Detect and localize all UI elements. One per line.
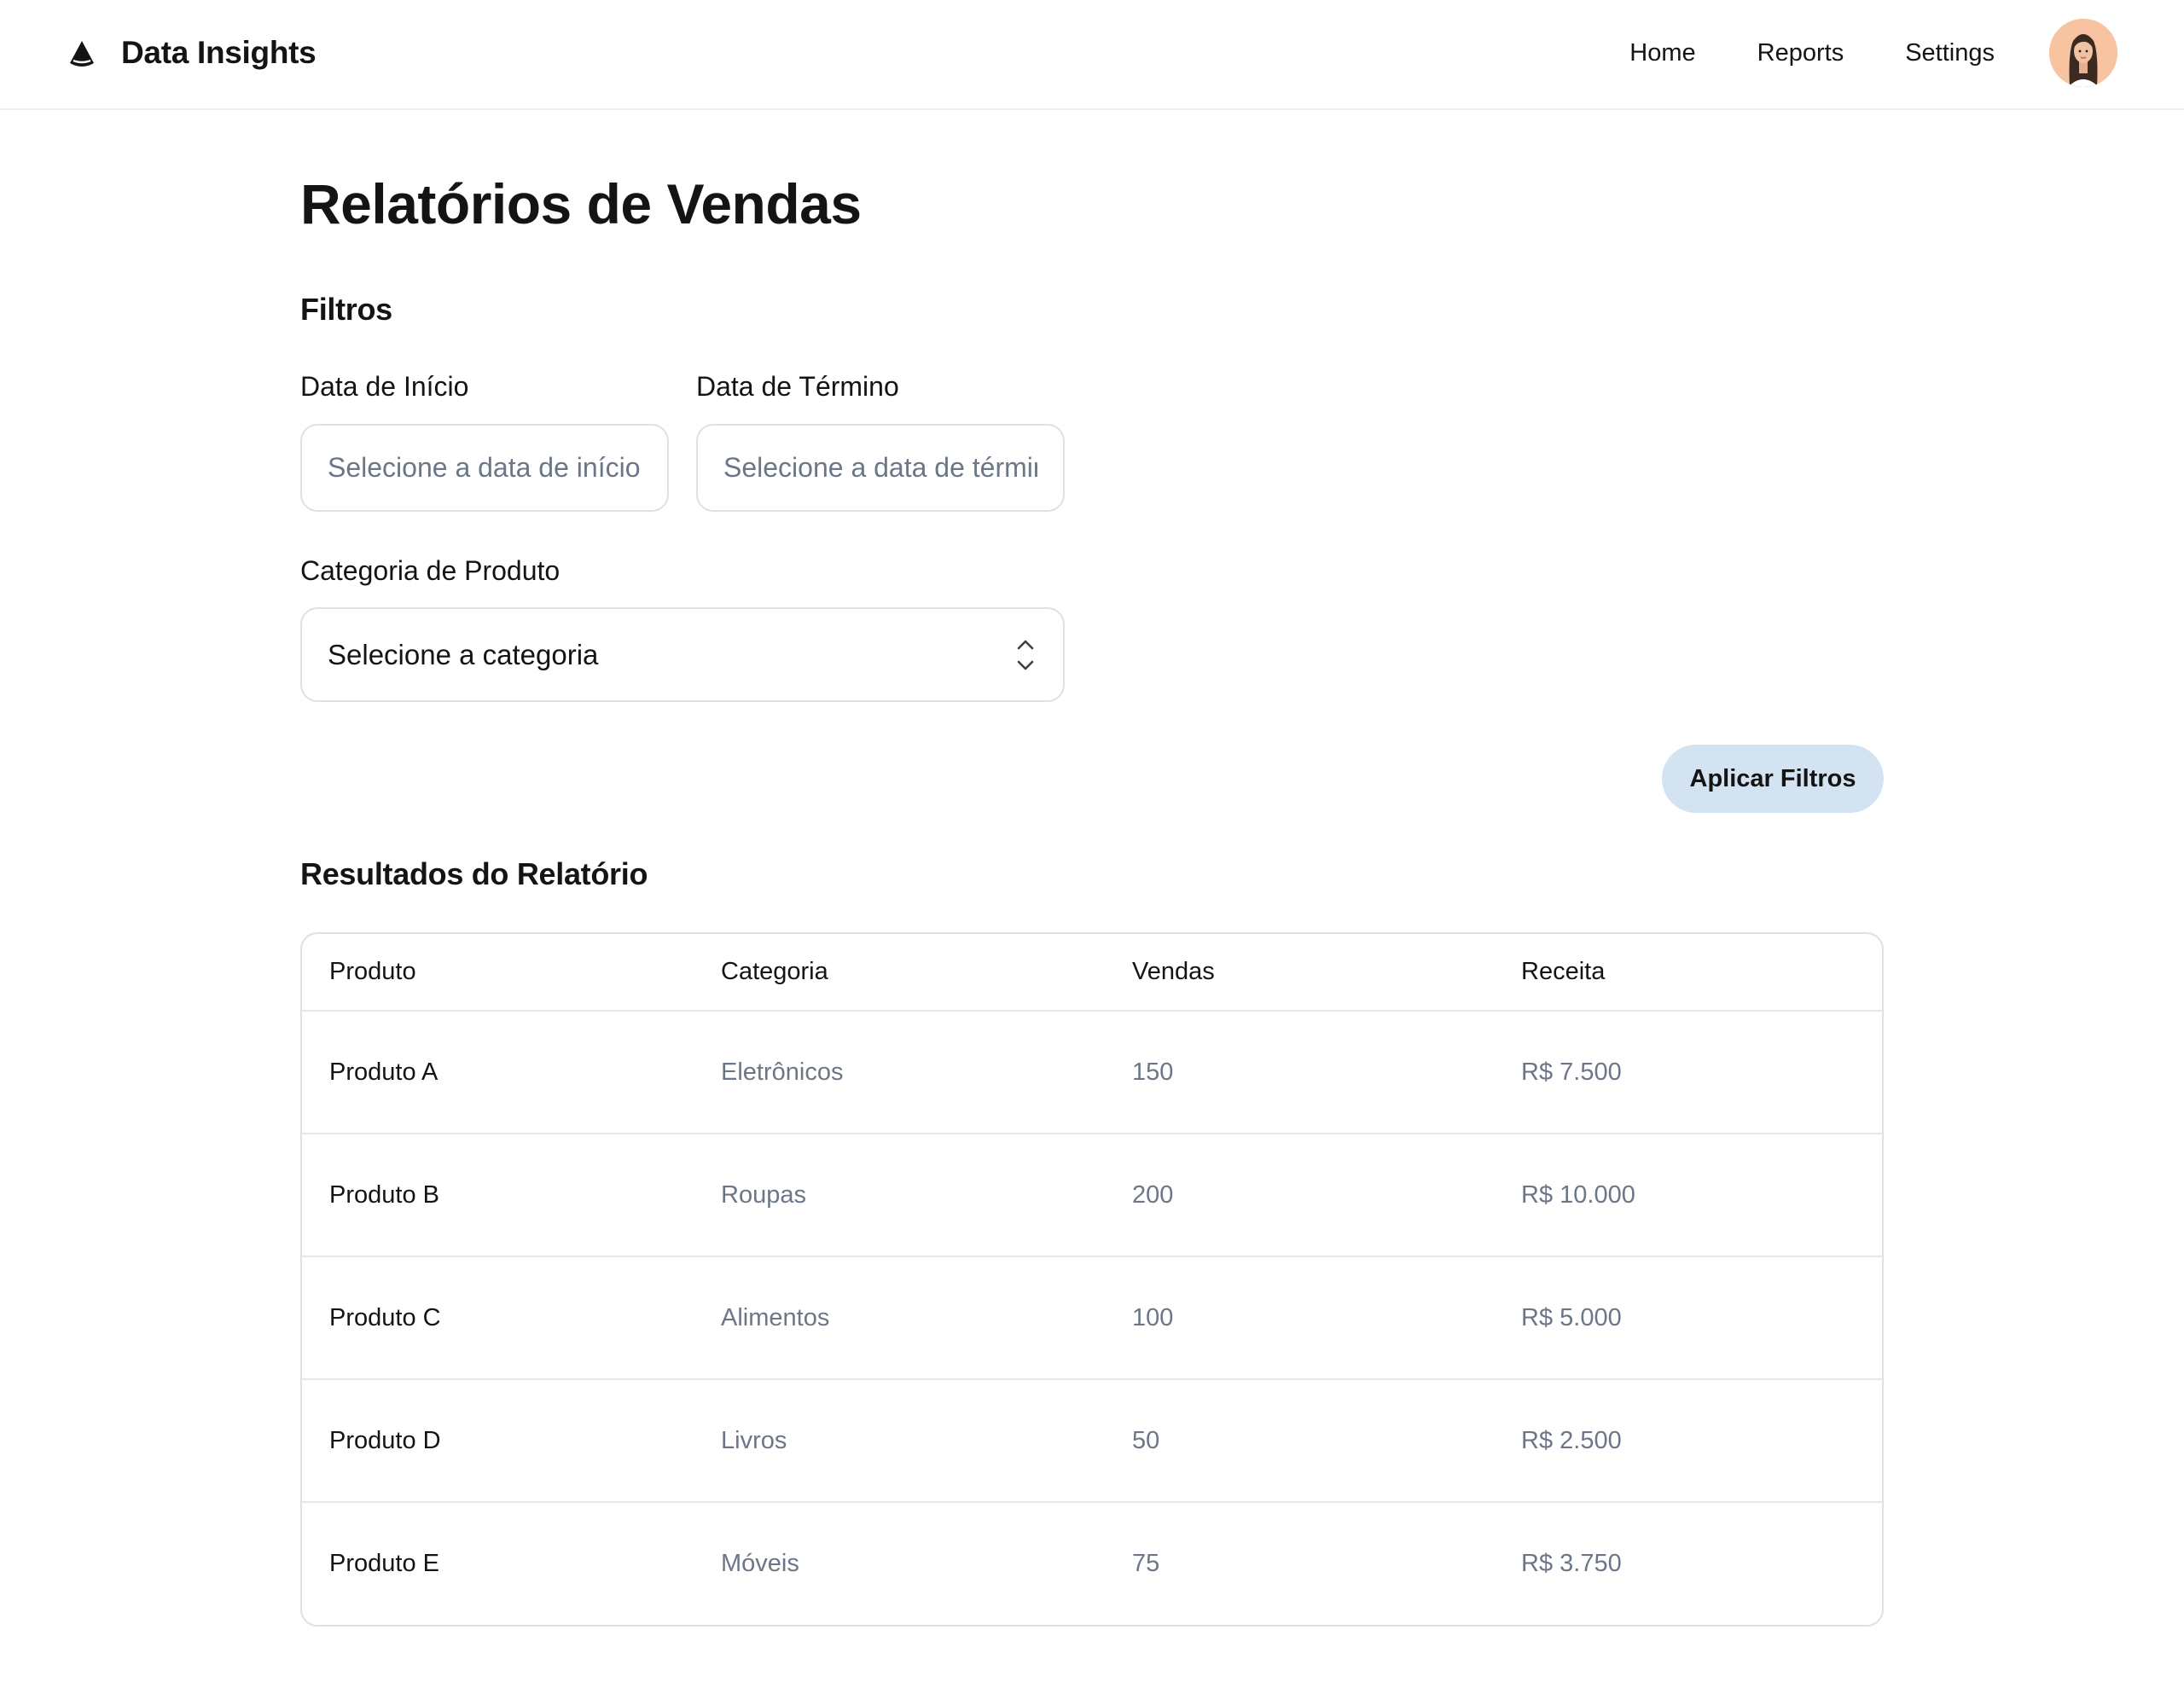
cell-product: Produto A bbox=[302, 1011, 694, 1134]
results-heading: Resultados do Relatório bbox=[300, 856, 648, 891]
cell-sales: 75 bbox=[1132, 1550, 1160, 1577]
apply-filters-button[interactable]: Aplicar Filtros bbox=[1662, 745, 1884, 813]
cell-product: Produto D bbox=[302, 1379, 694, 1503]
results-table: Produto Categoria Vendas Receita Produto… bbox=[300, 932, 1884, 1627]
table-row: Produto C Alimentos 100 R$ 5.000 bbox=[302, 1256, 1882, 1380]
cell-category: Alimentos bbox=[694, 1256, 1105, 1380]
nav-reports-link[interactable]: Reports bbox=[1757, 39, 1844, 67]
column-header-product: Produto bbox=[302, 934, 694, 1012]
start-date-label: Data de Início bbox=[300, 371, 469, 402]
cell-sales: 150 bbox=[1105, 1011, 1494, 1134]
user-avatar[interactable] bbox=[2049, 19, 2117, 87]
filters-heading: Filtros bbox=[300, 292, 392, 327]
top-navigation-bar: Data Insights Home Reports Settings bbox=[0, 0, 2184, 110]
avatar-portrait-icon bbox=[2049, 19, 2117, 87]
category-label: Categoria de Produto bbox=[300, 555, 561, 586]
nav-home-link[interactable]: Home bbox=[1629, 39, 1695, 67]
category-select[interactable]: Selecione a categoria bbox=[300, 607, 1065, 702]
chevron-up-down-icon bbox=[1017, 640, 1034, 670]
table-header-row: Produto Categoria Vendas Receita bbox=[302, 934, 1882, 1012]
triangle-logo-icon bbox=[70, 41, 94, 67]
table-row: Produto B Roupas 200 R$ 10.000 bbox=[302, 1134, 1882, 1257]
end-date-label: Data de Término bbox=[696, 371, 899, 402]
column-header-sales: Vendas bbox=[1105, 934, 1494, 1012]
cell-revenue: R$ 3.750 bbox=[1521, 1550, 1622, 1577]
cell-product: Produto E bbox=[329, 1550, 439, 1577]
cell-revenue: R$ 7.500 bbox=[1494, 1011, 1882, 1134]
brand[interactable]: Data Insights bbox=[67, 26, 317, 80]
page-title: Relatórios de Vendas bbox=[300, 172, 862, 235]
cell-revenue: R$ 2.500 bbox=[1494, 1379, 1882, 1503]
column-header-category: Categoria bbox=[694, 934, 1105, 1012]
cell-category: Livros bbox=[694, 1379, 1105, 1503]
cell-revenue: R$ 5.000 bbox=[1494, 1256, 1882, 1380]
cell-category: Móveis bbox=[721, 1550, 799, 1577]
cell-category: Roupas bbox=[694, 1134, 1105, 1257]
table-row: Produto D Livros 50 R$ 2.500 bbox=[302, 1379, 1882, 1503]
table-row: Produto A Eletrônicos 150 R$ 7.500 bbox=[302, 1011, 1882, 1134]
cell-category: Eletrônicos bbox=[694, 1011, 1105, 1134]
nav-settings-link[interactable]: Settings bbox=[1905, 39, 1995, 67]
column-header-revenue: Receita bbox=[1494, 934, 1882, 1012]
cell-sales: 100 bbox=[1105, 1256, 1494, 1380]
cell-revenue: R$ 10.000 bbox=[1494, 1134, 1882, 1257]
cell-sales: 200 bbox=[1105, 1134, 1494, 1257]
main-nav: Home Reports Settings bbox=[1629, 19, 2117, 87]
end-date-input[interactable] bbox=[696, 424, 1065, 512]
table-row: Produto E Móveis 75 R$ 3.750 bbox=[302, 1502, 1882, 1625]
app-name: Data Insights bbox=[121, 35, 317, 70]
cell-sales: 50 bbox=[1105, 1379, 1494, 1503]
start-date-input[interactable] bbox=[300, 424, 669, 512]
cell-product: Produto C bbox=[302, 1256, 694, 1380]
category-selected-value: Selecione a categoria bbox=[328, 638, 599, 670]
cell-product: Produto B bbox=[302, 1134, 694, 1257]
